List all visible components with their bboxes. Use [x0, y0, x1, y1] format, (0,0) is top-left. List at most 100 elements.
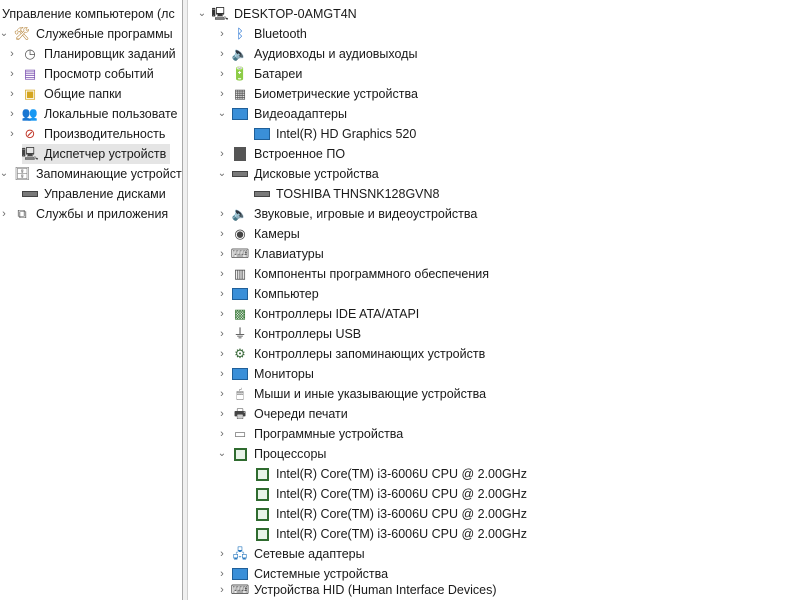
tree-item-label: Общие папки: [44, 87, 122, 101]
device-category-hid[interactable]: › ⌨ Устройства HID (Human Interface Devi…: [216, 580, 496, 600]
tree-item-local-users[interactable]: › 👥 Локальные пользовате: [6, 104, 177, 124]
tree-root-computer-management[interactable]: Управление компьютером (лс: [2, 4, 175, 24]
chevron-down-icon[interactable]: ⌄: [216, 444, 228, 464]
device-tree-pane: ⌄ 🖳 DESKTOP-0AMGT4N › ᛒ Bluetooth › 🔈 Ау…: [188, 0, 800, 600]
chevron-right-icon[interactable]: ›: [0, 204, 10, 224]
device-category-software-components[interactable]: › ▥ Компоненты программного обеспечения: [216, 264, 489, 284]
chevron-right-icon[interactable]: ›: [216, 264, 228, 284]
chevron-right-icon[interactable]: ›: [216, 24, 228, 44]
device-category-processors[interactable]: ⌄ Процессоры: [216, 444, 327, 464]
device-category-label: Батареи: [254, 67, 303, 81]
tree-item-services-apps[interactable]: › ⧉ Службы и приложения: [0, 204, 168, 224]
chevron-right-icon[interactable]: ›: [6, 64, 18, 84]
computer-monitor-icon: [232, 286, 248, 302]
shared-folder-icon: ▣: [23, 86, 37, 101]
chevron-right-icon[interactable]: ›: [6, 84, 18, 104]
device-category-monitors[interactable]: › Мониторы: [216, 364, 314, 384]
chevron-right-icon[interactable]: ›: [6, 44, 18, 64]
chevron-right-icon[interactable]: ›: [216, 324, 228, 344]
device-category-keyboards[interactable]: › ⌨ Клавиатуры: [216, 244, 324, 264]
device-category-audio-io[interactable]: › 🔈 Аудиовходы и аудиовыходы: [216, 44, 417, 64]
chevron-right-icon[interactable]: ›: [216, 544, 228, 564]
device-category-label: Контроллеры IDE ATA/ATAPI: [254, 307, 420, 321]
device-category-display-adapters[interactable]: ⌄ Видеоадаптеры: [216, 104, 347, 124]
chevron-right-icon[interactable]: ›: [216, 404, 228, 424]
chevron-down-icon[interactable]: ⌄: [216, 164, 228, 184]
device-label: Intel(R) Core(TM) i3-6006U CPU @ 2.00GHz: [276, 467, 527, 481]
chevron-right-icon[interactable]: ›: [216, 144, 228, 164]
device-category-computer[interactable]: › Компьютер: [216, 284, 319, 304]
tree-item-system-tools[interactable]: ⌄ 🛠 Служебные программы: [0, 24, 173, 44]
device-category-label: Программные устройства: [254, 427, 404, 441]
device-category-firmware[interactable]: › Встроенное ПО: [216, 144, 345, 164]
storage-controller-icon: ⚙: [234, 346, 246, 361]
device-tree-root-label: DESKTOP-0AMGT4N: [234, 7, 357, 21]
chevron-right-icon[interactable]: ›: [6, 104, 18, 124]
software-component-icon: ▥: [233, 266, 247, 281]
chevron-right-icon[interactable]: ›: [6, 124, 18, 144]
device-intel-hd-graphics[interactable]: Intel(R) HD Graphics 520: [254, 124, 416, 144]
device-cpu-core-3[interactable]: Intel(R) Core(TM) i3-6006U CPU @ 2.00GHz: [254, 504, 527, 524]
tree-item-task-scheduler[interactable]: › ◷ Планировщик заданий: [6, 44, 176, 64]
device-category-label: Звуковые, игровые и видеоустройства: [254, 207, 478, 221]
processor-icon: [254, 466, 270, 482]
device-cpu-core-4[interactable]: Intel(R) Core(TM) i3-6006U CPU @ 2.00GHz: [254, 524, 527, 544]
processor-icon: [254, 486, 270, 502]
device-tree-root[interactable]: ⌄ 🖳 DESKTOP-0AMGT4N: [196, 4, 357, 24]
device-category-disk-drives[interactable]: ⌄ Дисковые устройства: [216, 164, 379, 184]
device-category-network-adapters[interactable]: › 🖧 Сетевые адаптеры: [216, 544, 364, 564]
chevron-right-icon[interactable]: ›: [216, 64, 228, 84]
device-category-sound-video[interactable]: › 🔈 Звуковые, игровые и видеоустройства: [216, 204, 477, 224]
device-category-label: Компьютер: [254, 287, 319, 301]
tools-icon: 🛠: [13, 26, 31, 41]
device-cpu-core-1[interactable]: Intel(R) Core(TM) i3-6006U CPU @ 2.00GHz: [254, 464, 527, 484]
chevron-right-icon[interactable]: ›: [216, 304, 228, 324]
device-category-label: Аудиовходы и аудиовыходы: [254, 47, 418, 61]
device-category-label: Контроллеры USB: [254, 327, 362, 341]
device-category-cameras[interactable]: › ◉ Камеры: [216, 224, 300, 244]
device-category-print-queues[interactable]: › 🖶 Очереди печати: [216, 404, 348, 424]
device-category-usb-controllers[interactable]: › ⏚ Контроллеры USB: [216, 324, 361, 344]
tree-item-event-viewer[interactable]: › ▤ Просмотр событий: [6, 64, 154, 84]
device-label: Intel(R) Core(TM) i3-6006U CPU @ 2.00GHz: [276, 507, 527, 521]
camera-icon: ◉: [234, 226, 246, 241]
chevron-right-icon[interactable]: ›: [216, 244, 228, 264]
tree-item-label: Запоминающие устройств: [36, 167, 182, 181]
device-category-bluetooth[interactable]: › ᛒ Bluetooth: [216, 24, 307, 44]
users-icon: 👥: [21, 106, 39, 121]
tree-item-label: Производительность: [44, 127, 166, 141]
device-category-batteries[interactable]: › 🔋 Батареи: [216, 64, 302, 84]
chevron-right-icon[interactable]: ›: [216, 424, 228, 444]
tree-item-disk-management[interactable]: Управление дисками: [22, 184, 166, 204]
chevron-right-icon[interactable]: ›: [216, 44, 228, 64]
tree-item-device-manager[interactable]: 🖳 Диспетчер устройств: [21, 144, 171, 164]
tree-item-storage[interactable]: ⌄ 🗄 Запоминающие устройств: [0, 164, 182, 184]
chevron-down-icon[interactable]: ⌄: [0, 164, 10, 184]
chevron-down-icon[interactable]: ⌄: [216, 104, 228, 124]
device-category-label: Камеры: [254, 227, 300, 241]
tree-item-shared-folders[interactable]: › ▣ Общие папки: [6, 84, 122, 104]
performance-icon: ⊘: [24, 126, 36, 141]
printer-icon: 🖶: [233, 406, 247, 421]
display-adapter-icon: [232, 106, 248, 122]
tree-item-label: Просмотр событий: [44, 67, 154, 81]
chevron-down-icon[interactable]: ⌄: [0, 24, 10, 44]
tree-item-performance[interactable]: › ⊘ Производительность: [6, 124, 165, 144]
chevron-right-icon[interactable]: ›: [216, 384, 228, 404]
device-category-biometric[interactable]: › ▦ Биометрические устройства: [216, 84, 418, 104]
device-category-label: Процессоры: [254, 447, 327, 461]
device-cpu-core-2[interactable]: Intel(R) Core(TM) i3-6006U CPU @ 2.00GHz: [254, 484, 527, 504]
device-category-ide-controllers[interactable]: › ▩ Контроллеры IDE ATA/ATAPI: [216, 304, 419, 324]
chevron-right-icon[interactable]: ›: [216, 284, 228, 304]
chevron-right-icon[interactable]: ›: [216, 224, 228, 244]
chevron-right-icon[interactable]: ›: [216, 84, 228, 104]
chevron-right-icon[interactable]: ›: [216, 204, 228, 224]
chevron-right-icon[interactable]: ›: [216, 580, 228, 600]
chevron-down-icon[interactable]: ⌄: [196, 4, 208, 24]
chevron-right-icon[interactable]: ›: [216, 344, 228, 364]
chevron-right-icon[interactable]: ›: [216, 364, 228, 384]
device-category-mice[interactable]: › 🖱 Мыши и иные указывающие устройства: [216, 384, 486, 404]
device-toshiba-ssd[interactable]: TOSHIBA THNSNK128GVN8: [254, 184, 440, 204]
device-category-software-devices[interactable]: › ▭ Программные устройства: [216, 424, 403, 444]
device-category-storage-controllers[interactable]: › ⚙ Контроллеры запоминающих устройств: [216, 344, 485, 364]
